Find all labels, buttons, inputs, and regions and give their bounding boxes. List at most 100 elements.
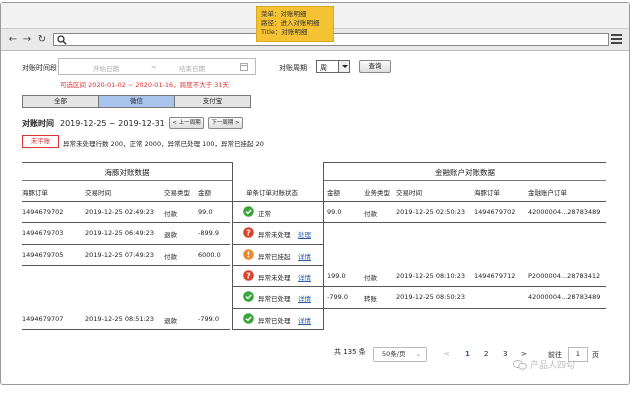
right-group-header: 金融账户对账数据 (324, 162, 606, 181)
annotation-sticky-note: 菜单：对账明细 路径：进入对账明细 Title：对账明细 (256, 6, 334, 42)
forward-icon[interactable]: → (21, 33, 33, 47)
table-divider (22, 201, 606, 202)
table-cell: 42000004...28783489 (528, 208, 601, 216)
prev-page-button[interactable]: < (444, 350, 450, 358)
column-header: 交易类型 (164, 189, 190, 197)
sticky-line-title: Title：对账明细 (261, 28, 308, 36)
chevron-down-icon (338, 61, 349, 72)
table-cell: 42000004...28783489 (528, 293, 601, 302)
svg-text:?: ? (246, 229, 251, 238)
column-header: 金额 (198, 189, 211, 197)
next-page-button[interactable]: > (521, 350, 527, 358)
tab-all[interactable]: 全部 (22, 95, 99, 108)
left-group-header: 海豚对账数据 (22, 162, 232, 181)
column-header-status: 单条订单对账状态 (246, 189, 298, 197)
start-date-placeholder: 开始日期 (93, 65, 119, 73)
next-period-button[interactable]: 下一周期 > (208, 117, 243, 129)
row-divider (232, 328, 324, 330)
table-cell: 2019-12-25 02:50:23 (396, 208, 466, 216)
wechat-logo-icon (513, 360, 527, 370)
chevron-down-icon: ⌄ (415, 350, 421, 358)
tab-alipay[interactable]: 支付宝 (174, 95, 251, 108)
watermark: 产品人四勾 (530, 361, 576, 371)
sticky-line-menu: 菜单：对账明细 (261, 10, 307, 18)
table-cell: 2019-12-25 08:50:23 (396, 293, 466, 302)
exclamation-circle-icon: ! (243, 248, 254, 260)
page-3-button[interactable]: 3 (503, 350, 507, 358)
check-circle-icon (243, 312, 254, 324)
page-2-button[interactable]: 2 (484, 350, 488, 358)
column-header: 业务类型 (364, 189, 390, 197)
table-cell: 6000.0 (198, 250, 221, 259)
row-action-link[interactable]: 详情 (298, 315, 311, 325)
period-title-label: 对账时间 (22, 119, 54, 128)
row-action-link[interactable]: 详情 (298, 251, 311, 261)
table-cell: 2019-12-25 06:49:23 (85, 229, 155, 238)
hamburger-menu-icon[interactable] (611, 34, 622, 44)
status-text: 异常已处理 (258, 295, 291, 304)
table-cell: 2019-12-25 08:51:23 (85, 314, 155, 323)
status-text: 异常已处理 (258, 316, 291, 325)
row-action-link[interactable]: 详情 (298, 293, 311, 303)
cycle-select[interactable]: 周 (316, 60, 350, 73)
table-cell: 付款 (364, 273, 377, 282)
table-cell: P2000004...28783412 (528, 271, 601, 280)
row-action-link[interactable]: 详情 (298, 272, 311, 282)
row-divider (232, 222, 324, 224)
status-text: 异常未处理 (258, 273, 291, 282)
query-button[interactable]: 查询 (359, 60, 391, 73)
row-divider (324, 222, 606, 224)
row-action-link[interactable]: 处理 (298, 229, 311, 239)
tab-wechat[interactable]: 微信 (98, 95, 175, 108)
row-divider (22, 243, 230, 245)
svg-text:!: ! (247, 250, 251, 259)
table-cell: 1494679707 (22, 314, 64, 323)
channel-tabs: 全部 微信 支付宝 (22, 95, 251, 108)
table-cell: 2019-12-25 07:49:23 (85, 250, 155, 259)
row-divider (324, 286, 606, 288)
back-icon[interactable]: ← (7, 33, 19, 47)
summary-text: 异常未处理行数 200，正常 2000，异常已处理 100，异常已挂起 20 (63, 140, 264, 148)
page-suffix: 页 (592, 351, 599, 359)
column-divider (232, 162, 233, 329)
prev-period-button[interactable]: < 上一周期 (169, 117, 204, 129)
search-icon (57, 35, 67, 45)
table-cell: 1494679702 (22, 208, 64, 216)
table-cell: 退款 (164, 316, 177, 325)
status-text: 异常已挂起 (258, 252, 291, 261)
table-cell: 2019-12-25 08:10:23 (396, 271, 466, 280)
column-header: 海豚订单 (22, 189, 48, 197)
end-date-placeholder: 结束日期 (179, 65, 205, 73)
page-size-value: 50条/页 (382, 350, 406, 358)
table-cell: -899.9 (198, 229, 219, 238)
row-divider (232, 243, 324, 245)
table-cell: 转账 (364, 295, 377, 304)
row-divider (324, 307, 606, 309)
table-cell: -799.0 (327, 293, 348, 302)
table-cell: 1494679703 (22, 229, 64, 238)
date-range-hint: 可选区间 2020-01-02 ~ 2020-01-16，跨度不大于 31天 (60, 81, 230, 89)
page-1-button[interactable]: 1 (465, 350, 470, 358)
table-cell: 99.0 (327, 208, 342, 216)
status-badge: 未平账 (22, 135, 59, 148)
table-cell: 199.0 (327, 271, 346, 280)
date-range-picker[interactable]: 开始日期 ~ 结束日期 (58, 58, 256, 75)
period-title: 对账时间 2019-12-25 ~ 2019-12-31 (22, 118, 165, 129)
question-circle-icon: ? (243, 270, 254, 281)
column-header: 金融账户订单 (528, 189, 567, 197)
date-separator: ~ (151, 63, 157, 71)
column-header: 金额 (327, 189, 340, 197)
page-size-select[interactable]: 50条/页 ⌄ (373, 347, 427, 362)
row-divider (232, 307, 324, 309)
status-text: 正常 (258, 210, 271, 218)
cycle-select-value: 周 (320, 64, 327, 72)
check-circle-icon (243, 291, 254, 302)
sticky-line-path: 路径：进入对账明细 (261, 19, 320, 27)
row-divider (22, 222, 230, 224)
column-header: 交易时间 (85, 189, 111, 197)
table-cell: 1494679702 (474, 208, 516, 216)
pagination-total: 共 135 条 (334, 348, 366, 356)
row-divider (232, 286, 324, 288)
table-cell: 99.0 (198, 208, 213, 216)
reload-icon[interactable]: ↻ (36, 33, 48, 47)
